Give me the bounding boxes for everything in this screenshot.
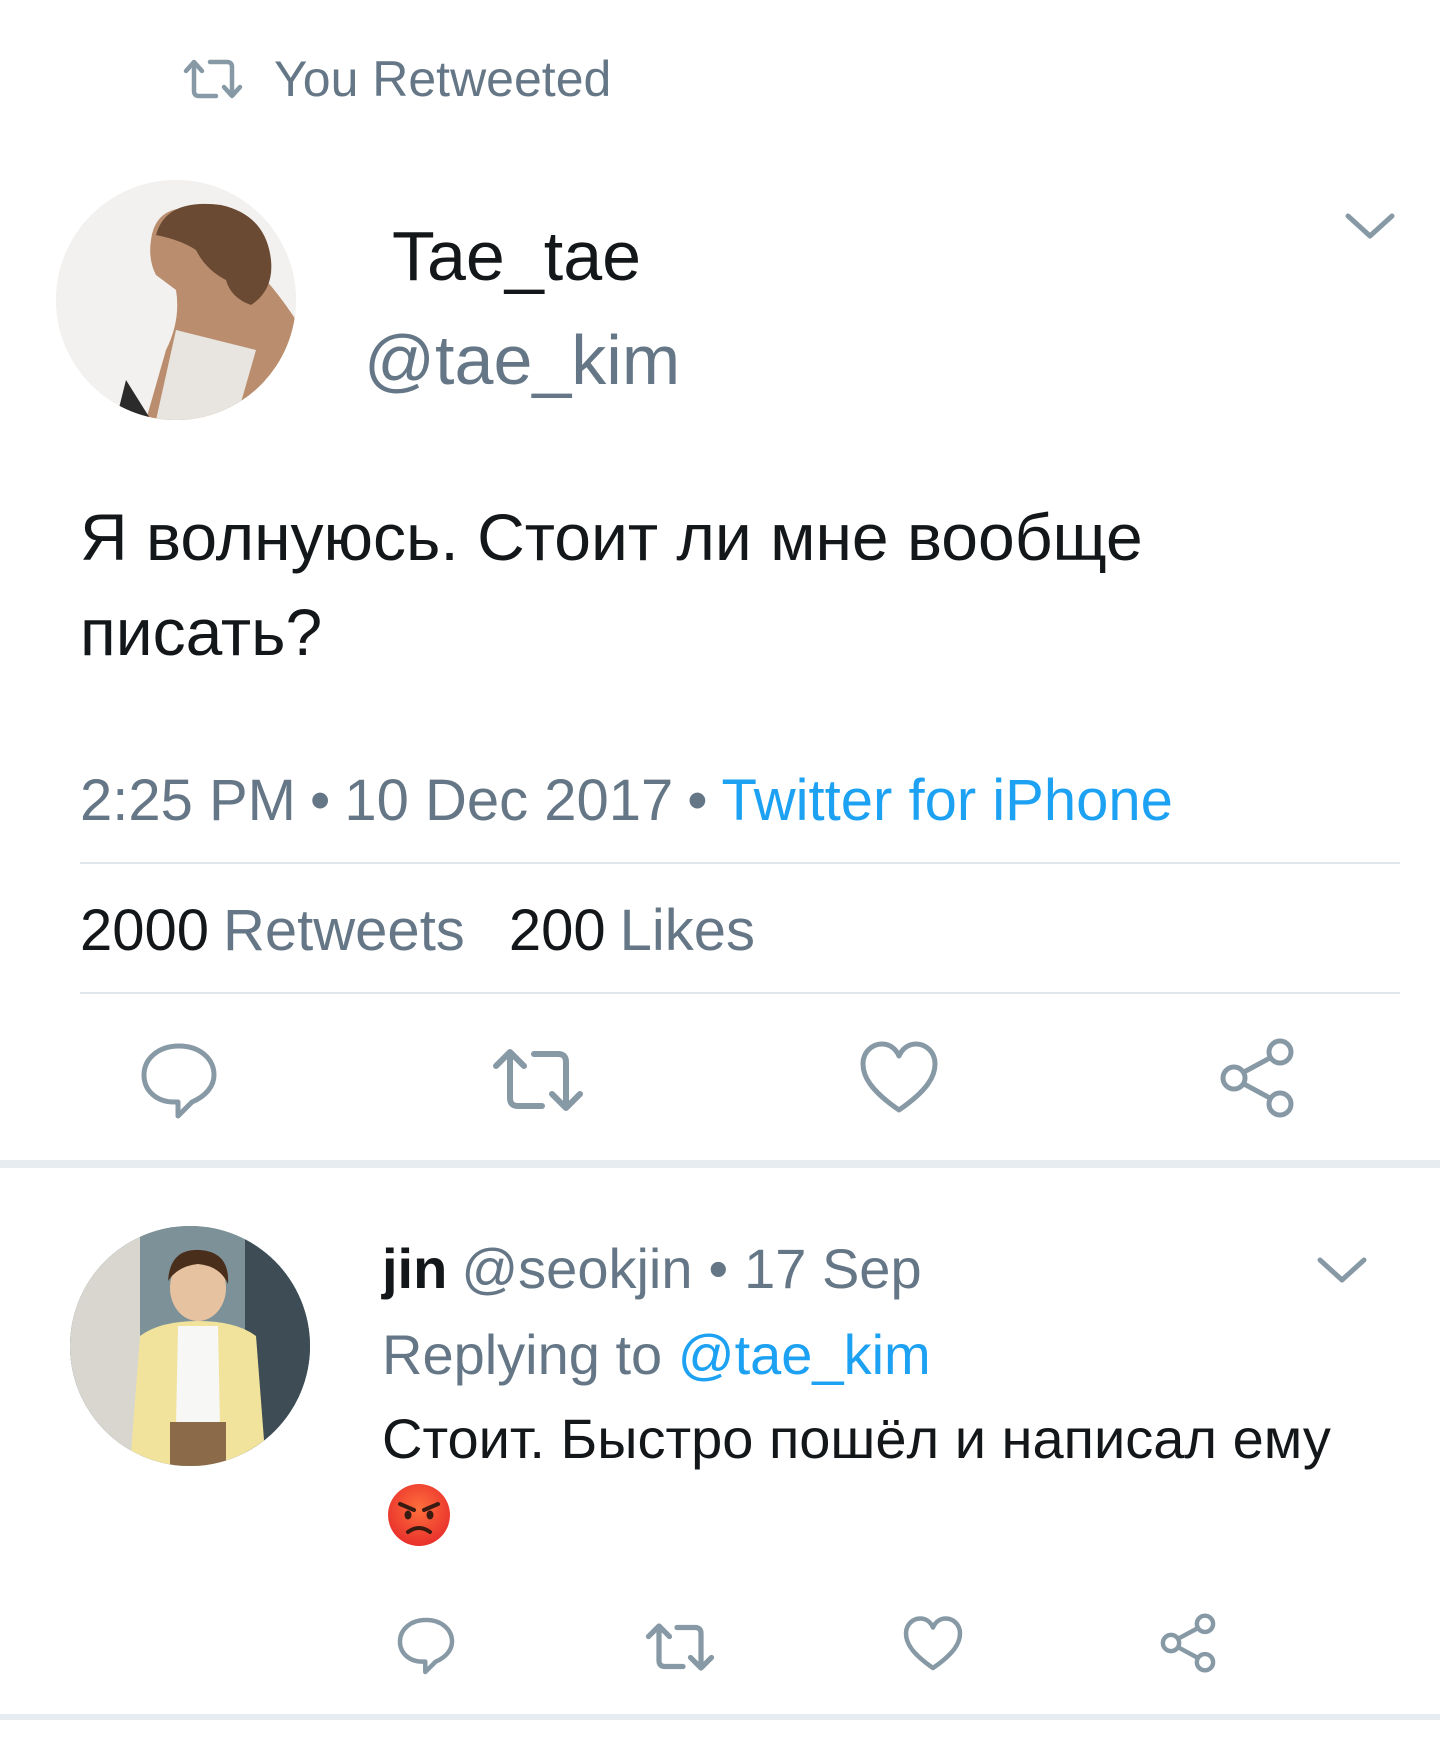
user-handle[interactable]: @tae_kim	[364, 318, 680, 402]
reply-avatar[interactable]	[70, 1226, 310, 1466]
avatar[interactable]	[56, 180, 296, 420]
meta-separator: •	[687, 768, 708, 833]
retweet-icon[interactable]	[644, 1620, 716, 1674]
retweet-icon[interactable]	[490, 1044, 586, 1116]
reply-icon[interactable]	[136, 1038, 222, 1124]
reply-icon[interactable]	[394, 1614, 458, 1678]
chevron-down-icon[interactable]	[1340, 206, 1400, 246]
tweet-date[interactable]: 10 Dec 2017	[344, 768, 673, 833]
reply-header: jin @seokjin • 17 Sep	[382, 1236, 922, 1302]
likes-label: Likes	[619, 898, 755, 963]
retweets-stat[interactable]: 2000 Retweets	[80, 898, 465, 963]
replying-to-prefix: Replying to	[382, 1323, 663, 1386]
tweet-text: Я волнуюсь. Стоит ли мне вообще писать?	[80, 500, 1143, 669]
reply-display-name[interactable]: jin	[382, 1237, 447, 1300]
reply-text: Стоит. Быстро пошёл и написал ему	[382, 1407, 1331, 1470]
retweets-label: Retweets	[223, 898, 465, 963]
divider	[80, 862, 1400, 864]
tweet-meta: 2:25 PM • 10 Dec 2017 • Twitter for iPhone	[80, 762, 1173, 840]
angry-face-emoji	[388, 1484, 450, 1547]
tweet-stats: 2000 Retweets 200 Likes	[80, 896, 755, 966]
like-icon[interactable]	[858, 1038, 940, 1118]
like-icon[interactable]	[902, 1614, 964, 1674]
retweets-count: 2000	[80, 898, 210, 963]
retweet-context: You Retweeted	[180, 44, 611, 114]
retweet-icon	[183, 59, 243, 99]
share-icon[interactable]	[1156, 1612, 1220, 1674]
likes-count: 200	[508, 898, 606, 963]
replying-to-handle-link[interactable]: @tae_kim	[678, 1323, 931, 1386]
replying-to: Replying to @tae_kim	[382, 1322, 931, 1388]
meta-separator: •	[708, 1237, 729, 1300]
display-name[interactable]: Tae_tae	[392, 214, 641, 298]
tweet-source-link[interactable]: Twitter for iPhone	[722, 768, 1173, 833]
reply-user-handle[interactable]: @seokjin	[461, 1237, 692, 1300]
likes-stat[interactable]: 200 Likes	[509, 898, 755, 963]
section-separator	[0, 1160, 1440, 1168]
retweet-context-label: You Retweeted	[274, 51, 612, 107]
section-separator	[0, 1714, 1440, 1720]
divider	[80, 992, 1400, 994]
avatar-photo	[70, 1226, 310, 1466]
meta-separator: •	[310, 768, 331, 833]
reply-date[interactable]: 17 Sep	[744, 1237, 922, 1300]
avatar-photo	[56, 180, 296, 420]
tweet-time: 2:25 PM	[80, 768, 296, 833]
chevron-down-icon[interactable]	[1312, 1250, 1372, 1290]
share-icon[interactable]	[1214, 1036, 1300, 1120]
reply-text-block: Стоит. Быстро пошёл и написал ему	[382, 1400, 1392, 1556]
